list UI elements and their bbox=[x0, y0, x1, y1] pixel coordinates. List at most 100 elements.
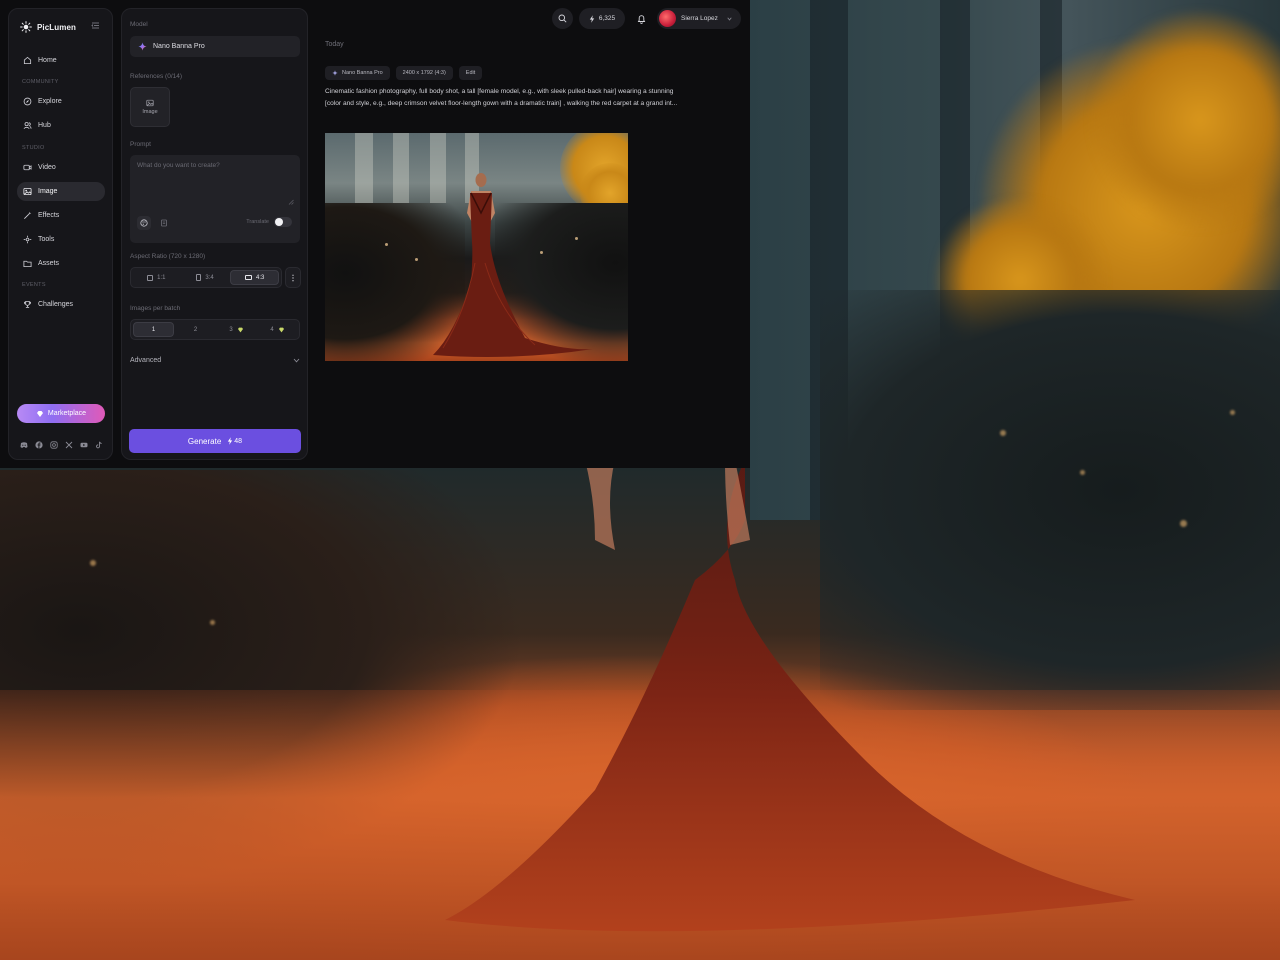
diamond-icon bbox=[36, 410, 43, 417]
sidebar-collapse-icon[interactable] bbox=[91, 21, 100, 30]
batch-option-4[interactable]: 4 bbox=[258, 322, 297, 337]
credits-value: 6,325 bbox=[598, 15, 616, 22]
generated-image-thumbnail[interactable] bbox=[325, 133, 628, 361]
generate-button[interactable]: Generate 48 bbox=[129, 429, 301, 453]
square-icon bbox=[147, 274, 154, 281]
magic-wand-icon bbox=[24, 211, 32, 219]
prompt-text-line: Cinematic fashion photography, full body… bbox=[325, 88, 674, 95]
compass-icon bbox=[23, 97, 32, 106]
section-community: COMMUNITY bbox=[22, 79, 59, 85]
user-name: Sierra Lopez bbox=[681, 15, 718, 22]
prompt-template-button[interactable] bbox=[157, 216, 171, 230]
lightning-icon bbox=[228, 437, 233, 445]
sidebar-item-image[interactable]: Image bbox=[17, 182, 105, 201]
size-tag-label: 2400 x 1792 (4:3) bbox=[402, 70, 446, 76]
section-studio: STUDIO bbox=[22, 145, 45, 151]
resize-handle-icon[interactable] bbox=[288, 199, 294, 205]
translate-switch[interactable] bbox=[274, 217, 292, 227]
aspect-option-label: 1:1 bbox=[157, 274, 166, 281]
advanced-settings-toggle[interactable]: Advanced bbox=[130, 355, 300, 365]
references-label: References (0/14) bbox=[130, 73, 183, 80]
home-icon bbox=[23, 56, 32, 65]
avatar bbox=[659, 10, 676, 27]
prompt-enhance-button[interactable] bbox=[137, 216, 151, 230]
sidebar-item-label: Video bbox=[38, 164, 56, 171]
more-vertical-icon bbox=[292, 274, 294, 281]
piclumen-logo-icon bbox=[20, 21, 32, 33]
search-button[interactable] bbox=[552, 8, 573, 29]
sidebar-item-assets[interactable]: Assets bbox=[17, 254, 105, 273]
batch-size-selector: 1 2 3 4 bbox=[130, 319, 300, 340]
add-reference-image-button[interactable]: Image bbox=[130, 87, 170, 127]
user-menu[interactable]: Sierra Lopez bbox=[657, 8, 741, 29]
social-links bbox=[20, 441, 103, 449]
section-events: EVENTS bbox=[22, 282, 46, 288]
document-icon bbox=[161, 219, 167, 227]
sidebar-item-home[interactable]: Home bbox=[17, 51, 105, 70]
sidebar-item-label: Home bbox=[38, 57, 57, 64]
facebook-icon[interactable] bbox=[35, 441, 43, 449]
tiktok-icon[interactable] bbox=[95, 441, 103, 449]
edit-button[interactable]: Edit bbox=[458, 66, 483, 80]
portrait-icon bbox=[196, 274, 202, 281]
discord-icon[interactable] bbox=[20, 441, 28, 449]
sidebar-item-effects[interactable]: Effects bbox=[17, 206, 105, 225]
generate-cost-value: 48 bbox=[234, 437, 243, 445]
sidebar-item-tools[interactable]: Tools bbox=[17, 230, 105, 249]
aspect-option-3-4[interactable]: 3:4 bbox=[182, 270, 229, 285]
sidebar-item-label: Hub bbox=[38, 122, 51, 129]
credits-balance[interactable]: 6,325 bbox=[579, 8, 625, 29]
batch-option-1[interactable]: 1 bbox=[133, 322, 174, 337]
advanced-label: Advanced bbox=[130, 356, 162, 364]
search-icon bbox=[558, 14, 567, 23]
background-gown bbox=[445, 460, 1135, 932]
tools-icon bbox=[23, 235, 32, 244]
model-select[interactable]: Nano Banna Pro bbox=[130, 36, 300, 57]
youtube-icon[interactable] bbox=[80, 441, 88, 449]
users-icon bbox=[23, 122, 32, 129]
premium-gem-icon bbox=[237, 327, 243, 332]
edit-label: Edit bbox=[465, 70, 476, 76]
batch-option-3[interactable]: 3 bbox=[217, 322, 256, 337]
sidebar-item-video[interactable]: Video bbox=[17, 158, 105, 177]
sidebar-item-explore[interactable]: Explore bbox=[17, 92, 105, 111]
instagram-icon[interactable] bbox=[50, 441, 58, 449]
batch-option-label: 3 bbox=[229, 326, 233, 333]
sidebar-item-label: Assets bbox=[38, 260, 60, 267]
sidebar: PicLumen Home COMMUNITY Explore Hub STUD… bbox=[8, 8, 113, 460]
model-tag-label: Nano Banna Pro bbox=[342, 70, 383, 76]
aspect-option-label: 3:4 bbox=[205, 274, 214, 281]
notifications-button[interactable] bbox=[632, 8, 651, 29]
batch-option-2[interactable]: 2 bbox=[176, 322, 215, 337]
aspect-ratio-selector: 1:1 3:4 4:3 bbox=[130, 267, 282, 288]
prompt-text-line: [color and style, e.g., deep crimson vel… bbox=[325, 100, 678, 107]
sidebar-item-label: Image bbox=[38, 188, 58, 195]
chevron-down-icon bbox=[727, 17, 732, 21]
batch-option-label: 4 bbox=[270, 326, 274, 333]
feed-day-label: Today bbox=[325, 41, 344, 48]
chevron-down-icon bbox=[293, 358, 300, 362]
marketplace-button[interactable]: Marketplace bbox=[17, 404, 105, 423]
prompt-label: Prompt bbox=[130, 141, 151, 148]
brand[interactable]: PicLumen bbox=[20, 21, 76, 33]
sidebar-item-hub[interactable]: Hub bbox=[17, 116, 105, 135]
model-tag: Nano Banna Pro bbox=[325, 66, 390, 80]
sidebar-item-challenges[interactable]: Challenges bbox=[17, 295, 105, 314]
generation-tags: Nano Banna Pro 2400 x 1792 (4:3) Edit bbox=[325, 66, 483, 80]
prompt-input[interactable]: What do you want to create? Translate bbox=[130, 155, 300, 243]
video-icon bbox=[23, 164, 32, 171]
aspect-option-4-3[interactable]: 4:3 bbox=[230, 270, 280, 285]
x-icon[interactable] bbox=[65, 441, 73, 449]
trophy-icon bbox=[23, 300, 32, 308]
image-upload-icon bbox=[146, 99, 154, 107]
more-aspect-ratios-button[interactable] bbox=[285, 267, 301, 288]
sidebar-item-label: Explore bbox=[38, 98, 62, 105]
generate-cost: 48 bbox=[227, 437, 242, 445]
translate-label: Translate bbox=[246, 219, 269, 225]
gown-figure bbox=[433, 173, 593, 357]
generation-prompt-text: Cinematic fashion photography, full body… bbox=[325, 86, 743, 110]
aspect-option-1-1[interactable]: 1:1 bbox=[133, 270, 180, 285]
sidebar-item-label: Tools bbox=[38, 236, 55, 243]
image-icon bbox=[23, 187, 32, 196]
marketplace-label: Marketplace bbox=[47, 410, 87, 417]
